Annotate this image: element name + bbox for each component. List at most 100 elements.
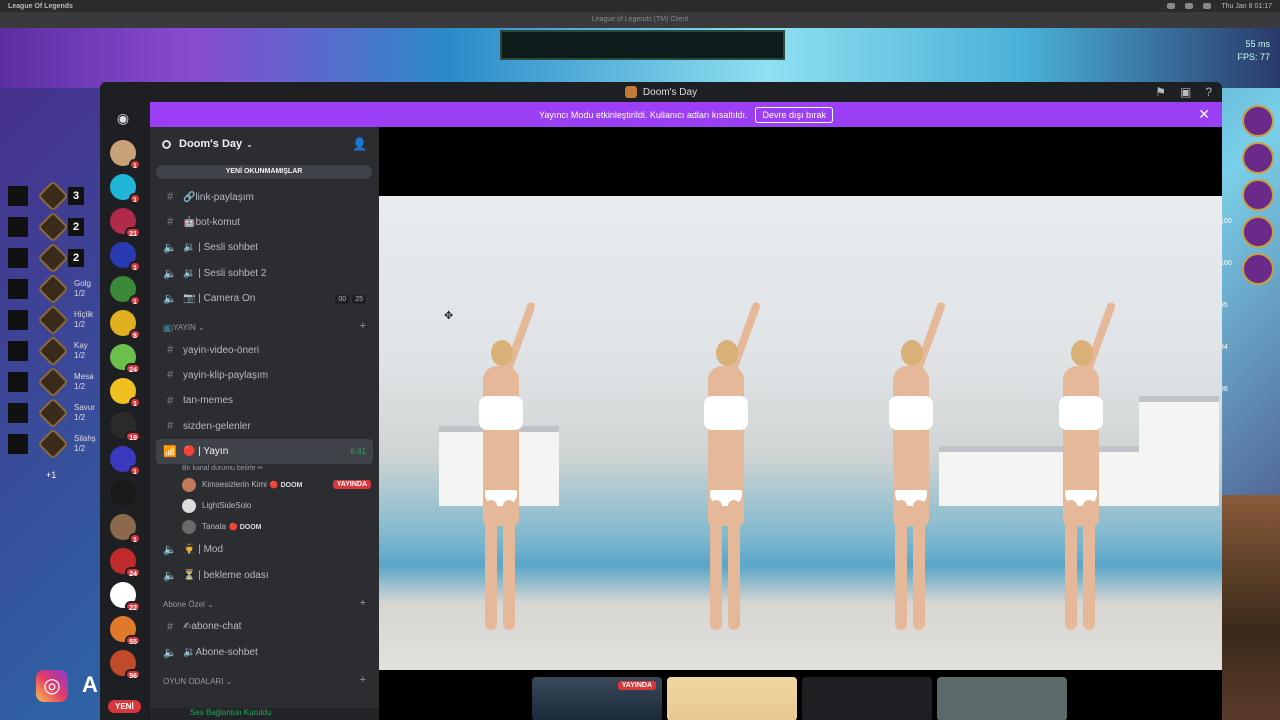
channel-item-active[interactable]: 📶 🔴 | Yayın 6:41 xyxy=(156,438,373,465)
voice-connected-status[interactable]: Ses Bağlantısı Kuruldu xyxy=(150,708,379,720)
channel-item[interactable]: # ✍abone-chat xyxy=(150,614,379,639)
channel-item[interactable]: 🔈 🔉Abone-sohbet xyxy=(150,639,379,664)
hud-count: 3 xyxy=(68,186,84,205)
battery-icon[interactable] xyxy=(1203,3,1212,9)
server-icon[interactable]: 21 xyxy=(110,208,141,238)
channel-item[interactable]: # sizden-gelenler xyxy=(150,414,379,439)
server-header[interactable]: Doom's Day ⌄ 👤 xyxy=(150,127,379,161)
champion-portrait xyxy=(1242,105,1274,137)
hud-trait-icon xyxy=(37,272,69,305)
voice-user[interactable]: Kimsesizlerin Kimi 🔴 DOOM YAYINDA xyxy=(150,474,379,495)
channel-status[interactable]: Bir kanal durumu belirle ✏ xyxy=(150,464,379,474)
hud-more-label: +1 xyxy=(46,469,57,480)
disable-streamer-mode-button[interactable]: Devre dışı bırak xyxy=(755,106,833,123)
hud-count: 2 xyxy=(68,217,84,236)
hashtag-icon: # xyxy=(166,216,174,229)
hud-row: Savur 1/2 xyxy=(0,396,100,429)
server-icon[interactable]: 1 xyxy=(110,174,141,204)
window-title: Doom's Day xyxy=(642,86,698,98)
close-icon[interactable]: ✕ xyxy=(1198,106,1210,123)
channel-item[interactable]: 🔈 🔉 | Sesli sohbet xyxy=(150,235,379,260)
channel-label: 🔗link-paylaşım xyxy=(183,191,254,203)
invite-icon[interactable]: 👤 xyxy=(352,137,367,151)
add-channel-icon[interactable]: + xyxy=(360,597,366,609)
discord-home-icon[interactable]: ◉ xyxy=(110,110,136,128)
server-icon[interactable]: 24 xyxy=(110,548,141,578)
server-icon[interactable]: 1 xyxy=(110,242,141,272)
channel-label: 🔉 | Sesli sohbet 2 xyxy=(183,267,267,279)
channel-item[interactable]: # yayin-klip-paylaşım xyxy=(150,363,379,388)
speaker-icon: 🔈 xyxy=(163,293,177,306)
server-icon[interactable]: 19 xyxy=(110,412,141,442)
channel-category[interactable]: 📺YAYIN ⌄ + xyxy=(150,311,379,337)
hud-trait-label: Savur 1/2 xyxy=(74,402,95,422)
channel-item[interactable]: 🔈 👨‍✈️ | Mod xyxy=(150,537,379,562)
hud-trait-label: Hiçlik 1/2 xyxy=(74,309,94,329)
os-app-name[interactable]: League Of Legends xyxy=(8,3,73,10)
server-name: Doom's Day xyxy=(179,138,243,150)
stream-view[interactable]: ✥ YAYINDA xyxy=(379,127,1222,720)
mention-badge: 1 xyxy=(129,465,141,476)
channel-item[interactable]: # 🤖bot-komut xyxy=(150,210,379,235)
participant-tile[interactable]: YAYINDA xyxy=(532,677,662,720)
hud-slot xyxy=(8,433,28,454)
server-list: 1 1 21 1 1 8 24 1 19 1 1 24 22 55 56 xyxy=(100,140,150,680)
category-label: OYUN ODALARI ⌄ xyxy=(163,676,233,686)
channel-category[interactable]: OYUN ODALARI ⌄ + xyxy=(150,665,379,691)
add-channel-icon[interactable]: + xyxy=(360,674,366,686)
channel-item[interactable]: 🔈 📷 | Camera On 00 25 xyxy=(150,286,379,311)
voice-user[interactable]: Tanata 🔴 DOOM xyxy=(150,516,379,537)
channel-item[interactable]: # 🔗link-paylaşım xyxy=(150,184,379,209)
channel-item[interactable]: 🔈 ⏳ | bekleme odası xyxy=(150,563,379,588)
mention-badge: 1 xyxy=(129,193,141,204)
channel-item[interactable]: # tan-memes xyxy=(150,388,379,413)
add-channel-icon[interactable]: + xyxy=(360,320,366,332)
speaker-icon: 🔈 xyxy=(163,569,177,582)
server-icon[interactable]: 1 xyxy=(110,446,141,476)
instagram-icon: ◎ xyxy=(36,670,68,702)
participant-tile[interactable] xyxy=(802,677,932,720)
wifi-icon[interactable] xyxy=(1185,3,1194,9)
server-icon[interactable]: 22 xyxy=(110,582,141,612)
server-icon[interactable]: 56 xyxy=(110,650,141,680)
dancer-figure xyxy=(469,301,537,640)
channel-item[interactable]: # yayin-video-öneri xyxy=(150,337,379,362)
server-icon[interactable]: 24 xyxy=(110,344,141,374)
new-unreads-pill[interactable]: YENİ OKUNMAMIŞLAR xyxy=(156,165,372,179)
stream-video[interactable]: ✥ xyxy=(379,196,1222,670)
server-icon[interactable]: 1 xyxy=(110,378,141,408)
game-right-rail: 100 100 95 94 98 xyxy=(1220,100,1280,500)
champion-portrait xyxy=(1242,179,1274,211)
banner-text: Yayıncı Modu etkinleştirildi. Kullanıcı … xyxy=(539,109,748,120)
status-icon[interactable] xyxy=(1167,3,1176,9)
server-status-icon xyxy=(162,139,171,149)
channel-category[interactable]: Abone Özel ⌄ + xyxy=(150,588,379,614)
participant-tile[interactable] xyxy=(667,677,797,720)
server-icon[interactable]: 8 xyxy=(110,310,141,340)
mention-badge: 1 xyxy=(129,533,141,544)
server-icon[interactable]: 1 xyxy=(110,514,141,544)
voice-user-name: Kimsesizlerin Kimi xyxy=(202,480,267,490)
speaker-icon: 🔈 xyxy=(163,267,177,280)
server-icon[interactable] xyxy=(110,480,136,506)
hud-count: 2 xyxy=(68,248,84,267)
server-icon[interactable]: 1 xyxy=(110,140,141,170)
champion-portrait xyxy=(1242,253,1274,285)
channel-item[interactable]: 🔈 🔉 | Sesli sohbet 2 xyxy=(150,261,379,286)
voice-user[interactable]: LightSideSolo xyxy=(150,495,379,516)
mention-badge: 22 xyxy=(125,601,141,612)
new-unread-pill[interactable]: YENİ xyxy=(108,700,141,713)
flag-icon[interactable]: ⚑ xyxy=(1155,85,1166,99)
hud-row: 2 xyxy=(0,210,100,243)
channel-label: 🔴 | Yayın xyxy=(183,446,229,458)
help-icon[interactable]: ? xyxy=(1205,85,1212,99)
participant-tile[interactable] xyxy=(937,677,1067,720)
avatar xyxy=(182,498,196,513)
avatar xyxy=(182,477,196,492)
server-icon[interactable]: 1 xyxy=(110,276,141,306)
hud-trait-icon xyxy=(37,179,69,212)
server-icon[interactable]: 55 xyxy=(110,616,141,646)
hud-row: Golg 1/2 xyxy=(0,272,100,305)
dancer-figure xyxy=(879,301,947,640)
screen-icon[interactable]: ▣ xyxy=(1180,85,1191,99)
